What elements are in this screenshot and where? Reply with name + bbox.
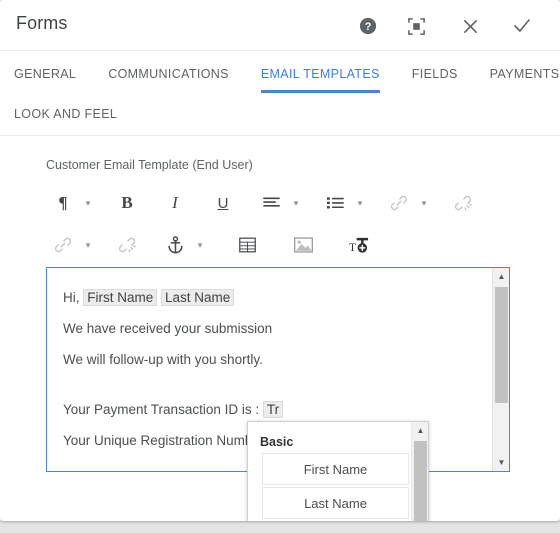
unlink-icon-svg — [454, 195, 472, 211]
align-left-icon-svg — [262, 197, 280, 207]
unlink-icon-svg-2 — [118, 237, 136, 253]
unlink-icon[interactable] — [110, 228, 144, 262]
unordered-list-icon[interactable] — [318, 186, 352, 220]
merge-field-list: Basic First Name Last Name Contact Email… — [248, 422, 413, 521]
merge-field-scroll-thumb[interactable] — [414, 441, 427, 521]
editor-line-greeting: Hi, First Name Last Name — [63, 289, 479, 306]
fullscreen-icon-svg — [407, 17, 425, 35]
toolbar-row-1: ¶ ▾ B I U ▾ ▾ ▾ — [46, 182, 508, 224]
svg-text:T: T — [349, 242, 356, 254]
anchor-chevron-down-icon[interactable]: ▾ — [192, 228, 208, 262]
merge-field-scrollbar[interactable]: ▲ ▼ — [411, 422, 428, 521]
merge-token-last-name[interactable]: Last Name — [161, 289, 235, 306]
merge-token-first-name[interactable]: First Name — [83, 289, 158, 306]
merge-field-item-first-name[interactable]: First Name — [262, 453, 409, 485]
italic-icon[interactable]: I — [158, 186, 192, 220]
editor-line-transaction: Your Payment Transaction ID is : Tr — [63, 401, 479, 418]
tab-payments[interactable]: PAYMENTS — [490, 51, 560, 93]
editor-scrollbar[interactable]: ▲ ▼ — [492, 268, 509, 471]
merge-field-scroll-up-icon[interactable]: ▲ — [412, 422, 428, 439]
merge-field-item-last-name[interactable]: Last Name — [262, 487, 409, 519]
card-header: Forms ? — [0, 0, 560, 51]
link-chevron-down-icon[interactable]: ▾ — [416, 186, 432, 220]
transaction-prefix: Your Payment Transaction ID is : — [63, 402, 263, 417]
table-icon[interactable] — [230, 228, 264, 262]
link-icon-svg-2 — [54, 237, 72, 253]
align-left-icon[interactable] — [254, 186, 288, 220]
tab-communications[interactable]: COMMUNICATIONS — [108, 51, 229, 93]
paragraph-chevron-down-icon[interactable]: ▾ — [80, 186, 96, 220]
editor-scroll-up-icon[interactable]: ▲ — [493, 268, 509, 285]
link-icon[interactable] — [46, 228, 80, 262]
paragraph-format-group[interactable]: ¶ ▾ — [46, 186, 96, 220]
confirm-check-icon-svg — [514, 19, 530, 32]
editor-line-received: We have received your submission — [63, 321, 273, 336]
underline-icon[interactable]: U — [206, 186, 240, 220]
link-chevron-down-icon-2[interactable]: ▾ — [80, 228, 96, 262]
insert-text-field-icon[interactable]: T — [342, 228, 376, 262]
list-group[interactable]: ▾ — [318, 186, 368, 220]
insert-text-field-icon-svg: T — [349, 237, 368, 254]
close-icon[interactable] — [456, 12, 484, 40]
editor-line-followup: We will follow-up with you shortly. — [63, 352, 263, 367]
anchor-group[interactable]: ▾ — [158, 228, 208, 262]
settings-tabs: GENERAL COMMUNICATIONS EMAIL TEMPLATES F… — [0, 51, 560, 135]
fullscreen-icon[interactable] — [402, 12, 430, 40]
email-template-panel: Customer Email Template (End User) ¶ ▾ B… — [0, 135, 560, 521]
help-icon-svg: ? — [359, 17, 377, 35]
svg-text:?: ? — [365, 21, 372, 33]
merge-field-dropdown[interactable]: Basic First Name Last Name Contact Email… — [247, 421, 429, 521]
tabs-row-1: GENERAL COMMUNICATIONS EMAIL TEMPLATES F… — [14, 51, 560, 93]
editor-scroll-down-icon[interactable]: ▼ — [493, 454, 509, 471]
tabs-row-2: LOOK AND FEEL — [14, 93, 560, 135]
help-icon[interactable]: ? — [354, 12, 382, 40]
anchor-icon[interactable] — [158, 228, 192, 262]
editor-scroll-thumb[interactable] — [495, 287, 508, 403]
tab-look-and-feel[interactable]: LOOK AND FEEL — [14, 93, 117, 135]
tab-email-templates[interactable]: EMAIL TEMPLATES — [260, 51, 380, 93]
align-chevron-down-icon[interactable]: ▾ — [288, 186, 304, 220]
unlink-icon[interactable] — [446, 186, 480, 220]
image-icon[interactable] — [286, 228, 320, 262]
page-title: Forms — [16, 13, 68, 33]
confirm-check-icon[interactable] — [508, 12, 536, 40]
rich-text-toolbar: ¶ ▾ B I U ▾ ▾ ▾ ▾ ▾ T — [46, 182, 508, 266]
unordered-list-icon-svg — [326, 197, 344, 209]
merge-token-transaction-id[interactable]: Tr — [262, 401, 284, 418]
align-group[interactable]: ▾ — [254, 186, 304, 220]
tab-general[interactable]: GENERAL — [14, 51, 76, 93]
paragraph-pilcrow-icon[interactable]: ¶ — [46, 186, 80, 220]
table-icon-svg — [238, 237, 256, 253]
link-icon-svg — [390, 195, 408, 211]
merge-field-group-basic: Basic — [260, 435, 294, 449]
anchor-icon-svg — [167, 236, 183, 254]
editor-section-label: Customer Email Template (End User) — [46, 158, 253, 172]
insert-link-group-2[interactable]: ▾ — [46, 228, 96, 262]
bold-icon[interactable]: B — [110, 186, 144, 220]
toolbar-row-2: ▾ ▾ T — [46, 224, 508, 266]
tab-fields[interactable]: FIELDS — [412, 51, 458, 93]
image-icon-svg — [293, 237, 313, 253]
list-chevron-down-icon[interactable]: ▾ — [352, 186, 368, 220]
link-icon[interactable] — [382, 186, 416, 220]
insert-link-group[interactable]: ▾ — [382, 186, 432, 220]
greeting-prefix: Hi, — [63, 290, 84, 305]
forms-settings-card: Forms ? GENERAL COMMUNICATIONS EMAIL TEM… — [0, 0, 560, 521]
close-icon-svg — [463, 19, 477, 33]
